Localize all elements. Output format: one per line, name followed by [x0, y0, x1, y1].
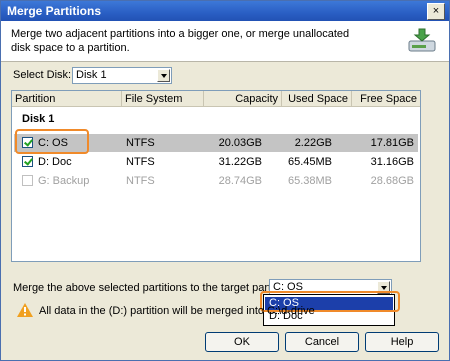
disk-group-label: Disk 1 — [22, 113, 55, 125]
description-text: Merge two adjacent partitions into a big… — [11, 28, 350, 54]
column-header-used-space[interactable]: Used Space — [282, 91, 352, 107]
capacity: 31.22GB — [218, 156, 262, 168]
partition-list: Partition File System Capacity Used Spac… — [11, 90, 421, 262]
title-bar[interactable]: Merge Partitions × — [1, 1, 449, 21]
partition-checkbox — [22, 175, 33, 186]
file-system: NTFS — [126, 175, 155, 187]
callout-highlight — [15, 129, 89, 154]
select-disk-label: Select Disk: — [13, 69, 72, 81]
merge-disk-icon — [408, 28, 436, 52]
file-system: NTFS — [126, 156, 155, 168]
header-area: Merge two adjacent partitions into a big… — [1, 21, 449, 62]
used-space: 65.38MB — [287, 175, 332, 187]
merge-partitions-dialog: Merge Partitions × Merge two adjacent pa… — [0, 0, 450, 361]
column-header-capacity[interactable]: Capacity — [204, 91, 282, 107]
table-row: G: Backup NTFS 28.74GB 65.38MB 28.68GB — [14, 172, 418, 190]
used-space: 65.45MB — [287, 156, 332, 168]
close-button[interactable]: × — [427, 3, 445, 20]
column-header-free-space[interactable]: Free Space — [352, 91, 420, 107]
table-row[interactable]: D: Doc NTFS 31.22GB 65.45MB 31.16GB — [14, 153, 418, 171]
warning-icon — [17, 303, 33, 317]
target-partition-label: Merge the above selected partitions to t… — [13, 282, 295, 294]
partition-name: G: Backup — [38, 175, 90, 187]
capacity: 28.74GB — [218, 175, 262, 187]
warning-text: All data in the (D:) partition will be m… — [39, 305, 315, 317]
disk-select[interactable]: Disk 1 — [72, 67, 172, 84]
file-system: NTFS — [126, 137, 155, 149]
partition-name: D: Doc — [38, 156, 72, 168]
disk-select-value: Disk 1 — [76, 69, 107, 81]
free-space: 31.16GB — [370, 156, 414, 168]
column-header-file-system[interactable]: File System — [122, 91, 204, 107]
help-button[interactable]: Help — [365, 332, 439, 352]
free-space: 28.68GB — [370, 175, 414, 187]
cancel-button[interactable]: Cancel — [285, 332, 359, 352]
free-space: 17.81GB — [370, 137, 414, 149]
partition-checkbox[interactable] — [22, 156, 33, 167]
window-title: Merge Partitions — [7, 4, 102, 18]
column-header-partition[interactable]: Partition — [12, 91, 122, 107]
capacity: 20.03GB — [218, 137, 262, 149]
chevron-down-icon[interactable] — [157, 69, 170, 82]
used-space: 2.22GB — [294, 137, 332, 149]
ok-button[interactable]: OK — [205, 332, 279, 352]
